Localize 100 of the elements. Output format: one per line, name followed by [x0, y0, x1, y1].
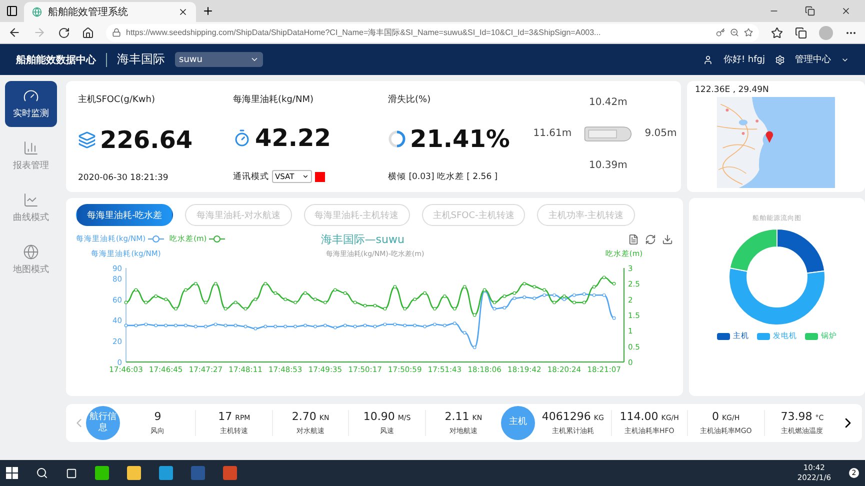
data-point	[214, 282, 218, 286]
data-point	[532, 285, 536, 288]
data-point	[164, 298, 168, 302]
restore-icon[interactable]	[805, 6, 815, 16]
coordinates-text: 122.36E , 29.49N	[695, 85, 770, 95]
ship-select[interactable]: suwu	[175, 52, 263, 67]
search-icon[interactable]	[36, 467, 48, 479]
map-icon[interactable]	[23, 244, 39, 260]
data-point	[532, 296, 536, 300]
data-point	[333, 326, 337, 330]
metric-value: 226.64	[100, 126, 193, 154]
new-tab-icon[interactable]	[202, 5, 214, 17]
download-icon[interactable]	[662, 234, 673, 244]
chart-tab[interactable]: 每海里油耗-吃水差	[76, 204, 174, 226]
data-point	[363, 304, 367, 308]
data-point	[184, 324, 188, 328]
data-point	[284, 298, 288, 302]
data-point	[552, 293, 556, 297]
data-point	[403, 324, 407, 328]
collections-icon[interactable]	[795, 26, 807, 38]
data-point	[144, 322, 148, 326]
close-tab-icon[interactable]	[178, 7, 188, 17]
legend-marker-icon	[208, 235, 225, 243]
data-point	[304, 324, 307, 328]
data-point	[582, 300, 586, 304]
data-point	[184, 288, 188, 292]
zoom-out-icon[interactable]	[730, 28, 739, 37]
data-point	[274, 324, 278, 328]
curve-icon[interactable]	[23, 192, 39, 208]
data-point	[512, 291, 516, 295]
data-point	[314, 324, 317, 328]
data-point	[264, 282, 268, 286]
data-point	[393, 285, 397, 288]
data-point	[324, 300, 327, 304]
favorites-icon[interactable]	[771, 26, 783, 38]
data-point	[194, 282, 198, 286]
data-point	[612, 282, 616, 286]
data-point	[134, 288, 138, 292]
tab-actions-icon[interactable]	[6, 5, 18, 17]
status-indicator	[315, 172, 325, 182]
sidebar-item[interactable]: 曲线模式	[5, 185, 57, 231]
data-point	[373, 304, 377, 308]
metric-value: 21.41%	[410, 124, 510, 152]
address-field[interactable]: https://www.seedshipping.com/ShipData/ShipDataHome?CI_Name=海丰国际&SI_Name=suwu&SI_Id=10&CI_Id=3&ShipSign=A003...	[106, 24, 759, 42]
greeting-text: 你好! hfgj	[723, 54, 765, 66]
data-point	[314, 298, 317, 302]
back-icon[interactable]	[8, 26, 21, 39]
data-point	[443, 324, 446, 328]
data-point	[522, 296, 526, 299]
data-point	[433, 307, 436, 310]
data-point	[194, 324, 198, 328]
legend-marker-icon	[148, 235, 164, 243]
data-point	[393, 322, 397, 326]
caret-icon[interactable]	[250, 55, 259, 64]
data-point	[592, 293, 596, 297]
data-point	[492, 300, 496, 304]
refresh-icon[interactable]	[645, 234, 656, 244]
data-point	[572, 293, 576, 297]
reload-icon[interactable]	[58, 26, 70, 38]
browser-tab[interactable]: 船舶能效管理系统	[24, 2, 196, 22]
data-point	[274, 291, 278, 295]
chart-title: 海丰国际—suwu	[320, 232, 404, 246]
data-point	[224, 324, 228, 328]
sidebar-item[interactable]: 实时监测	[5, 81, 57, 127]
key-icon[interactable]	[716, 28, 725, 37]
draft-value: 10.42m	[588, 97, 628, 108]
engine-badge: 主机	[501, 406, 536, 440]
start-icon[interactable]	[6, 467, 18, 479]
data-point	[304, 291, 307, 295]
data-point	[462, 331, 466, 334]
data-point	[224, 307, 228, 310]
data-point	[204, 324, 208, 328]
data-view-icon[interactable]	[628, 234, 639, 244]
data-point	[284, 324, 288, 328]
data-point	[472, 346, 476, 350]
ship-icon	[584, 124, 632, 143]
data-point	[452, 322, 456, 326]
data-point	[174, 324, 178, 328]
star-icon[interactable]	[744, 28, 753, 37]
data-point	[154, 324, 158, 328]
close-icon[interactable]	[841, 6, 851, 16]
data-point	[363, 324, 367, 328]
caret-icon[interactable]	[302, 173, 309, 180]
data-point	[164, 324, 168, 328]
home-icon[interactable]	[82, 26, 94, 38]
report-icon[interactable]	[23, 140, 39, 156]
sidebar-item[interactable]: 地图模式	[5, 237, 57, 283]
data-point	[174, 307, 178, 310]
admin-menu[interactable]: 管理中心	[795, 53, 831, 66]
metric-value: 42.22	[255, 124, 331, 152]
data-point	[522, 282, 526, 286]
data-point	[552, 300, 556, 304]
task-view-icon[interactable]	[66, 468, 77, 478]
data-point	[264, 324, 268, 328]
company-name: 海丰国际	[117, 51, 165, 68]
lock-icon[interactable]	[112, 28, 121, 37]
sidebar-item[interactable]: 报表管理	[5, 133, 57, 179]
data-point	[462, 285, 466, 288]
stat-value: 9	[154, 410, 162, 423]
gauge-icon[interactable]	[23, 88, 39, 104]
